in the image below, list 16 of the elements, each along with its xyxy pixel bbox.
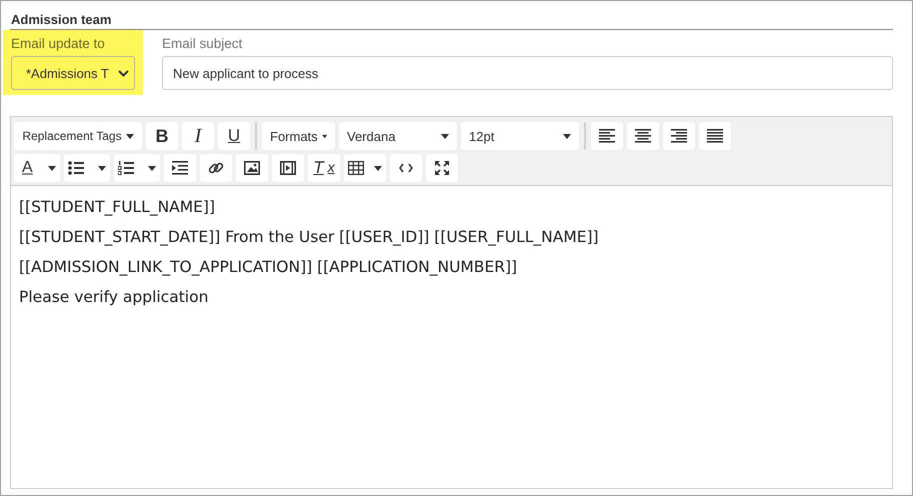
font-size-dropdown[interactable]: 12pt [461,122,579,150]
body-text-line: [[STUDENT_FULL_NAME]] [19,197,216,218]
text-color-button[interactable]: A [14,154,60,182]
body-text-line: Please verify application [19,287,210,308]
formats-dropdown[interactable]: Formats [262,122,335,150]
body-text-line: [[ADMISSION_LINK_TO_APPLICATION]] [[APPLICATION_NUMBER]] [19,257,518,278]
field-label: Email update to [11,36,106,51]
font-dropdown[interactable]: Verdana [339,122,457,150]
body-text-line: [[STUDENT_START_DATE]] From the User [[USER_ID]] [[USER_FULL_NAME]] [19,227,600,248]
underline-button[interactable]: U [218,122,250,150]
bold-button[interactable]: B [146,122,178,150]
recipient-dropdown[interactable]: *Admissions T [11,56,135,90]
field-label: Email subject [162,36,244,51]
replacement-tags-dropdown[interactable]: Replacement Tags [14,122,142,150]
italic-button[interactable]: I [182,122,214,150]
subject-field[interactable]: New applicant to process [162,56,893,90]
